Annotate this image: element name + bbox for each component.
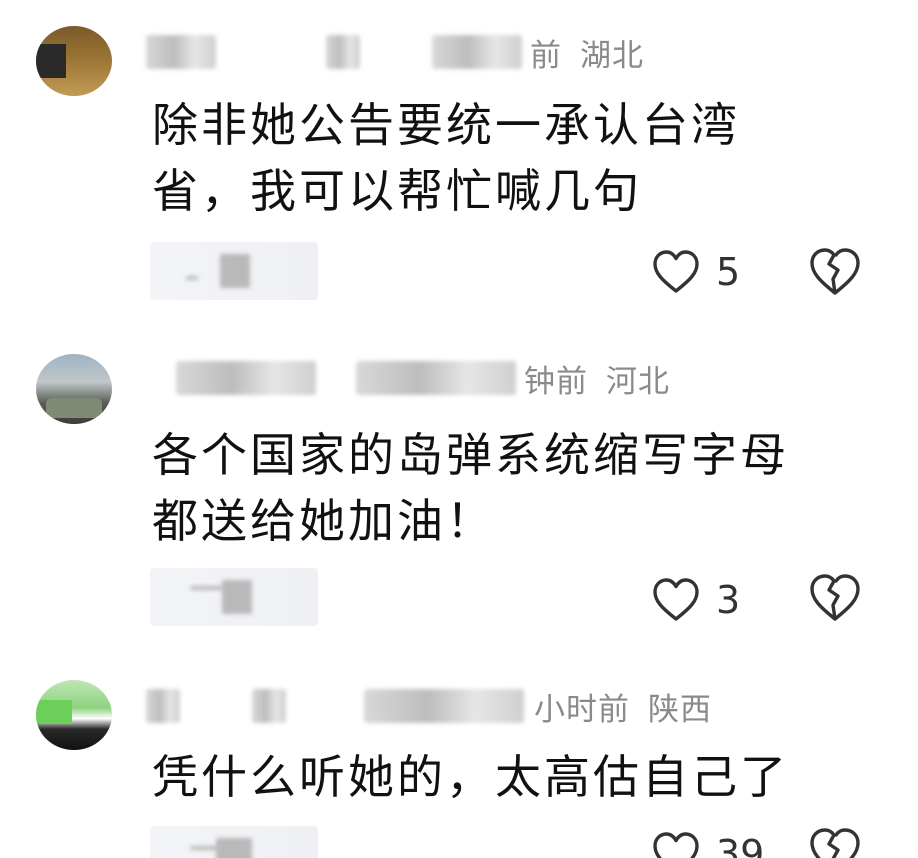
username-redacted[interactable] [176, 361, 316, 395]
like-count: 5 [716, 250, 741, 294]
comment-text: 凭什么听她的，太高估自己了 [152, 750, 789, 804]
reply-button[interactable] [150, 242, 318, 300]
like-button[interactable]: 39 [652, 828, 764, 858]
heart-outline-icon [652, 577, 700, 623]
reply-button[interactable] [150, 826, 318, 858]
comment-meta: 前 湖北 [146, 30, 644, 74]
heart-outline-icon [652, 831, 700, 858]
avatar[interactable] [36, 680, 112, 750]
comment-meta: 钟前 河北 [146, 356, 670, 400]
comment-text: 除非她公告要统一承认台湾 省，我可以帮忙喊几句 [152, 98, 740, 218]
username-redacted[interactable] [146, 689, 180, 723]
comment-text: 各个国家的岛弹系统缩写字母 都送给她加油！ [152, 428, 789, 548]
avatar[interactable] [36, 26, 112, 96]
broken-heart-icon[interactable] [808, 826, 862, 858]
like-count: 3 [716, 578, 741, 622]
comment-meta: 小时前 陕西 [146, 684, 712, 728]
username-redacted[interactable] [146, 35, 216, 69]
like-button[interactable]: 5 [652, 246, 740, 298]
broken-heart-icon[interactable] [808, 246, 862, 298]
comment-location: 湖北 [580, 37, 644, 74]
like-count: 39 [716, 832, 765, 858]
comment-time: 小时前 [534, 691, 630, 728]
comment-location: 陕西 [648, 691, 712, 728]
comment-location: 河北 [606, 363, 670, 400]
avatar[interactable] [36, 354, 112, 424]
comment-feed: 前 湖北 除非她公告要统一承认台湾 省，我可以帮忙喊几句 5 钟前 河北 各个国… [0, 0, 918, 858]
comment-item: 钟前 河北 各个国家的岛弹系统缩写字母 都送给她加油！ 3 [0, 338, 918, 658]
comment-time: 前 [530, 37, 562, 74]
comment-time: 钟前 [524, 363, 588, 400]
like-button[interactable]: 3 [652, 574, 740, 626]
reply-button[interactable] [150, 568, 318, 626]
comment-item: 小时前 陕西 凭什么听她的，太高估自己了 39 [0, 666, 918, 858]
comment-item: 前 湖北 除非她公告要统一承认台湾 省，我可以帮忙喊几句 5 [0, 0, 918, 320]
broken-heart-icon[interactable] [808, 572, 862, 624]
heart-outline-icon [652, 249, 700, 295]
